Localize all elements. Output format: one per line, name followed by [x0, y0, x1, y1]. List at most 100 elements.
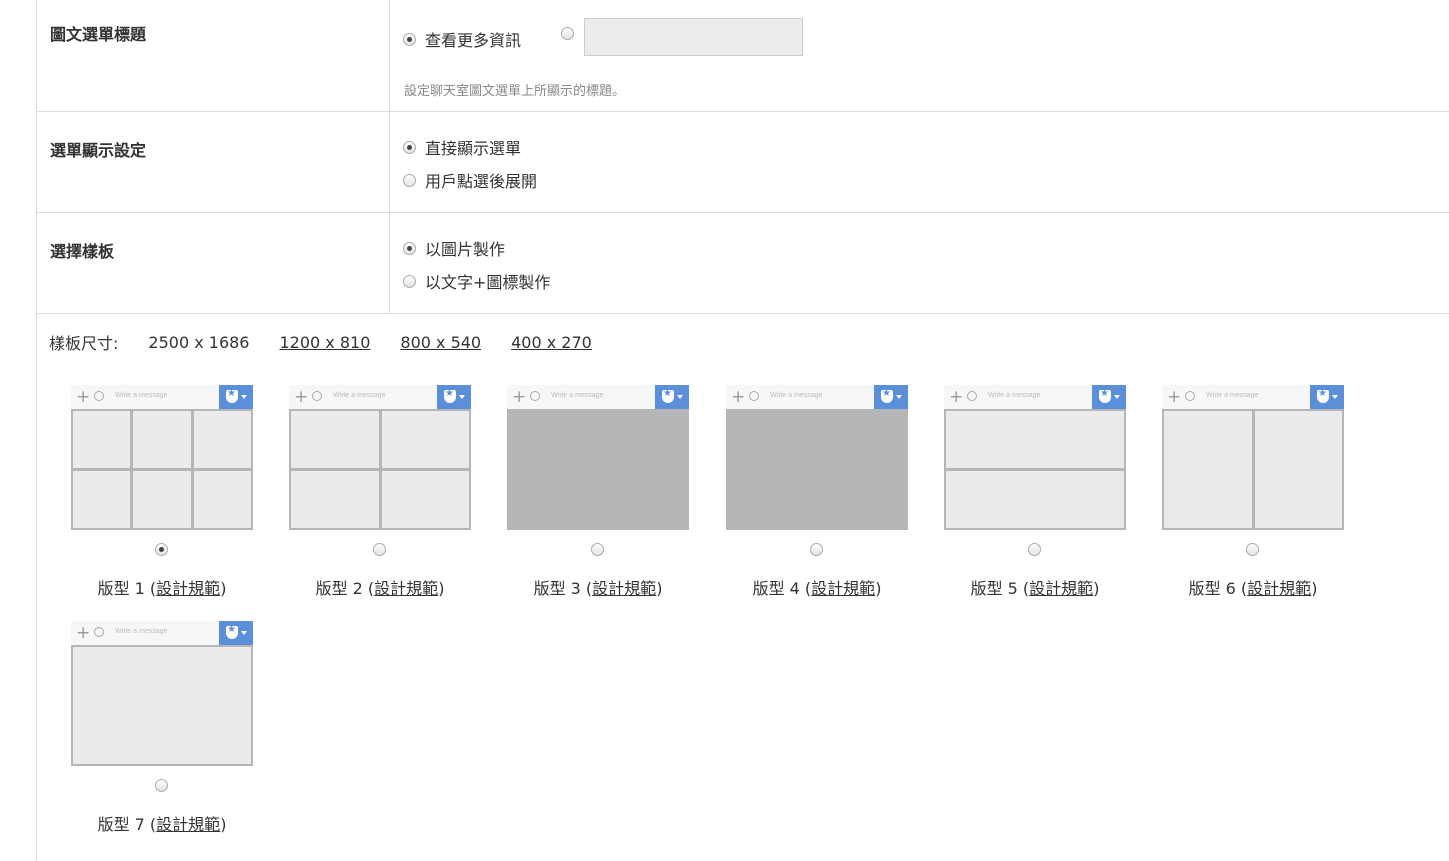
design-guide-link[interactable]: 設計規範	[1247, 579, 1311, 598]
template-preview[interactable]: + Write a message	[71, 621, 253, 766]
caret-down-icon	[677, 395, 683, 399]
template-cell	[73, 471, 131, 528]
plus-icon: +	[1167, 387, 1182, 407]
template-option-2[interactable]: + Write a message 版型 2 (設計規範)	[289, 385, 471, 598]
template-grid	[944, 409, 1126, 530]
template-text-icon-label: 以文字+圖標製作	[425, 273, 551, 292]
template-name-suffix: )	[875, 579, 882, 598]
message-placeholder: Write a message	[333, 392, 386, 399]
template-radio-1[interactable]	[155, 543, 168, 556]
template-name-prefix: 版型 5 (	[970, 579, 1030, 598]
title-preset-radio[interactable]	[403, 32, 416, 46]
template-text-icon-option[interactable]: 以文字+圖標製作	[403, 269, 550, 293]
display-tap-radio[interactable]	[403, 173, 416, 187]
template-name: 版型 4 (設計規範)	[726, 575, 908, 599]
template-grid	[289, 409, 471, 530]
plus-icon: +	[731, 387, 746, 407]
template-preview[interactable]: + Write a message	[726, 385, 908, 530]
message-placeholder: Write a message	[988, 392, 1041, 399]
title-custom-input[interactable]	[584, 18, 803, 56]
display-direct-option[interactable]: 直接顯示選單	[403, 135, 521, 159]
message-placeholder: Write a message	[1206, 392, 1259, 399]
title-custom-radio[interactable]	[561, 27, 574, 40]
template-setting-row: 選擇樣板 以圖片製作 以文字+圖標製作	[37, 213, 1449, 314]
template-preview[interactable]: + Write a message	[71, 385, 253, 530]
title-custom-option[interactable]	[561, 27, 583, 40]
template-grid	[71, 409, 253, 530]
caret-down-icon	[241, 395, 247, 399]
size-option-800[interactable]: 800 x 540	[400, 333, 481, 352]
template-text-icon-radio[interactable]	[403, 274, 416, 288]
shield-star-icon	[226, 624, 238, 639]
title-setting-row: 圖文選單標題 查看更多資訊 設定聊天室圖文選單上所顯示的標題。	[37, 0, 1449, 112]
size-option-2500[interactable]: 2500 x 1686	[148, 333, 249, 352]
emoji-icon	[1185, 391, 1195, 401]
design-guide-link[interactable]: 設計規範	[1029, 579, 1093, 598]
design-guide-link[interactable]: 設計規範	[156, 815, 220, 834]
design-guide-link[interactable]: 設計規範	[156, 579, 220, 598]
template-option-5[interactable]: + Write a message 版型 5 (設計規範)	[944, 385, 1126, 598]
plus-icon: +	[76, 623, 91, 643]
template-name-prefix: 版型 3 (	[533, 579, 593, 598]
plus-icon: +	[294, 387, 309, 407]
caret-down-icon	[1114, 395, 1120, 399]
template-cell	[133, 471, 191, 528]
template-cell	[291, 471, 379, 528]
title-preset-option[interactable]: 查看更多資訊	[403, 27, 521, 51]
display-tap-option[interactable]: 用戶點選後展開	[403, 168, 537, 192]
template-radio-4[interactable]	[810, 543, 823, 556]
shield-star-icon	[444, 388, 456, 403]
caret-down-icon	[1332, 395, 1338, 399]
template-option-4[interactable]: + Write a message 版型 4 (設計規範)	[726, 385, 908, 598]
template-option-7[interactable]: + Write a message 版型 7 (設計規範)	[71, 621, 253, 834]
emoji-icon	[312, 391, 322, 401]
template-preview[interactable]: + Write a message	[944, 385, 1126, 530]
design-guide-link[interactable]: 設計規範	[811, 579, 875, 598]
template-cell	[946, 471, 1124, 528]
template-preview[interactable]: + Write a message	[507, 385, 689, 530]
column-divider	[389, 213, 390, 313]
emoji-icon	[530, 391, 540, 401]
template-option-6[interactable]: + Write a message 版型 6 (設計規範)	[1162, 385, 1344, 598]
template-grid	[726, 409, 908, 530]
template-name-suffix: )	[220, 815, 227, 834]
emoji-icon	[967, 391, 977, 401]
template-radio-6[interactable]	[1246, 543, 1259, 556]
template-option-3[interactable]: + Write a message 版型 3 (設計規範)	[507, 385, 689, 598]
template-image-option[interactable]: 以圖片製作	[403, 236, 505, 260]
menu-toggle-icon	[874, 385, 908, 409]
design-guide-link[interactable]: 設計規範	[592, 579, 656, 598]
caret-down-icon	[896, 395, 902, 399]
caret-down-icon	[241, 631, 247, 635]
template-grid	[507, 409, 689, 530]
design-guide-link[interactable]: 設計規範	[374, 579, 438, 598]
template-preview[interactable]: + Write a message	[289, 385, 471, 530]
template-setting-label: 選擇樣板	[50, 242, 115, 261]
message-placeholder: Write a message	[551, 392, 604, 399]
message-placeholder: Write a message	[115, 628, 168, 635]
display-setting-label: 選單顯示設定	[50, 141, 147, 160]
menu-toggle-icon	[1092, 385, 1126, 409]
template-image-label: 以圖片製作	[425, 240, 506, 259]
display-direct-radio[interactable]	[403, 140, 416, 154]
template-name: 版型 5 (設計規範)	[944, 575, 1126, 599]
caret-down-icon	[459, 395, 465, 399]
template-cell	[1164, 411, 1252, 528]
size-option-400[interactable]: 400 x 270	[511, 333, 592, 352]
template-grid	[1162, 409, 1344, 530]
template-option-1[interactable]: + Write a message 版型 1 (設計規範)	[71, 385, 253, 598]
size-option-1200[interactable]: 1200 x 810	[279, 333, 370, 352]
template-radio-2[interactable]	[373, 543, 386, 556]
template-radio-7[interactable]	[155, 779, 168, 792]
template-name-suffix: )	[438, 579, 445, 598]
display-setting-row: 選單顯示設定 直接顯示選單 用戶點選後展開	[37, 112, 1449, 213]
template-image-radio[interactable]	[403, 241, 416, 255]
template-preview[interactable]: + Write a message	[1162, 385, 1344, 530]
template-name-prefix: 版型 7 (	[97, 815, 157, 834]
template-radio-3[interactable]	[591, 543, 604, 556]
template-cell	[381, 471, 469, 528]
template-cell	[193, 411, 251, 468]
template-radio-5[interactable]	[1028, 543, 1041, 556]
template-cell	[946, 411, 1124, 468]
title-hint-text: 設定聊天室圖文選單上所顯示的標題。	[404, 84, 626, 99]
